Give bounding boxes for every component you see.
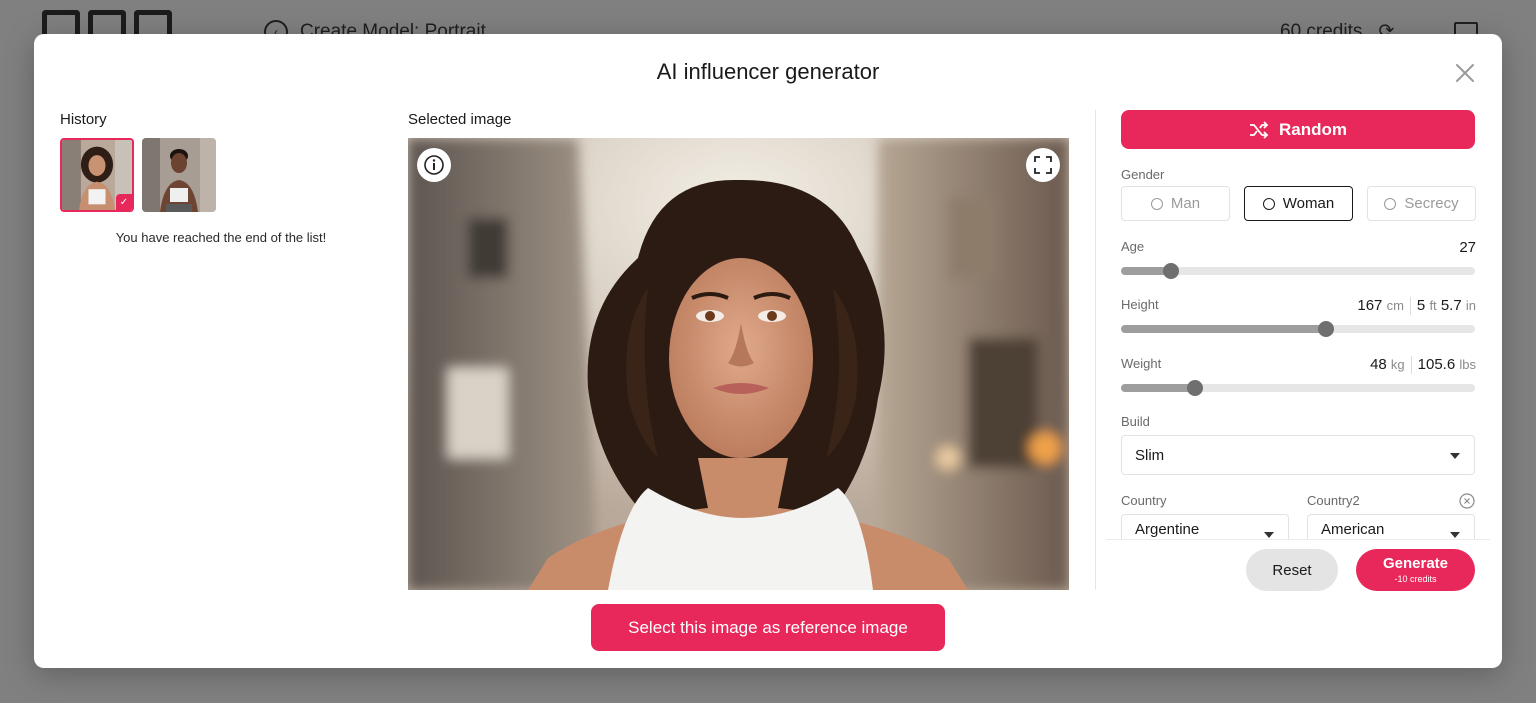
height-in: 5.7 bbox=[1440, 297, 1462, 314]
build-select[interactable]: Slim bbox=[1121, 435, 1475, 475]
reset-button[interactable]: Reset bbox=[1246, 549, 1338, 591]
weight-value: 48 kg 105.6 lbs bbox=[1370, 356, 1476, 375]
close-icon[interactable] bbox=[1452, 60, 1478, 86]
build-value: Slim bbox=[1135, 446, 1165, 464]
height-ft: 5 bbox=[1416, 297, 1426, 314]
weight-slider[interactable] bbox=[1121, 380, 1475, 396]
gender-option-label: Secrecy bbox=[1404, 195, 1459, 212]
country-value: Argentine bbox=[1135, 521, 1200, 538]
age-slider-handle[interactable] bbox=[1162, 263, 1179, 279]
age-label: Age bbox=[1121, 239, 1145, 254]
gender-label: Gender bbox=[1121, 167, 1165, 182]
age-slider[interactable] bbox=[1121, 263, 1475, 279]
history-thumbnail[interactable] bbox=[142, 138, 216, 212]
history-label: History bbox=[60, 111, 107, 128]
neutral-icon bbox=[1384, 197, 1397, 210]
select-reference-button[interactable]: Select this image as reference image bbox=[591, 604, 945, 651]
generate-button[interactable]: Generate -10 credits bbox=[1356, 549, 1475, 591]
gender-option-label: Woman bbox=[1282, 195, 1335, 212]
info-icon[interactable] bbox=[417, 148, 451, 182]
height-cm: 167 bbox=[1357, 297, 1383, 314]
weight-lbs: 105.6 bbox=[1417, 356, 1456, 373]
gender-option-label: Man bbox=[1170, 195, 1201, 212]
chevron-down-icon bbox=[1264, 532, 1274, 538]
female-icon bbox=[1262, 197, 1275, 210]
random-button[interactable]: Random bbox=[1121, 110, 1475, 149]
panel-divider bbox=[1095, 110, 1096, 590]
weight-kg: 48 bbox=[1370, 356, 1387, 373]
build-label: Build bbox=[1121, 414, 1150, 429]
chevron-down-icon bbox=[1450, 453, 1460, 459]
height-slider-fill bbox=[1121, 325, 1327, 333]
male-icon bbox=[1150, 197, 1163, 210]
clear-country2-icon[interactable] bbox=[1459, 493, 1475, 509]
panel-footer-divider bbox=[1106, 539, 1490, 547]
country2-value: American bbox=[1321, 521, 1385, 538]
history-thumbnails: ✓ bbox=[60, 138, 216, 212]
chevron-down-icon bbox=[1450, 532, 1460, 538]
fullscreen-icon[interactable] bbox=[1026, 148, 1060, 182]
height-label: Height bbox=[1121, 297, 1159, 312]
height-slider-handle[interactable] bbox=[1318, 321, 1335, 337]
selected-image-label: Selected image bbox=[408, 111, 512, 128]
country-select[interactable]: Argentine bbox=[1121, 514, 1289, 540]
selected-check-icon: ✓ bbox=[116, 194, 132, 210]
ai-influencer-modal: AI influencer generator History ✓ You ha… bbox=[34, 34, 1502, 668]
weight-label: Weight bbox=[1121, 356, 1162, 371]
random-label: Random bbox=[1279, 119, 1347, 139]
shuffle-icon bbox=[1250, 120, 1269, 139]
history-thumbnail[interactable]: ✓ bbox=[60, 138, 134, 212]
generate-cost: -10 credits bbox=[1394, 574, 1437, 584]
weight-slider-handle[interactable] bbox=[1187, 380, 1204, 396]
modal-title: AI influencer generator bbox=[656, 59, 880, 84]
country2-select[interactable]: American bbox=[1307, 514, 1475, 540]
height-in-unit: in bbox=[1465, 298, 1476, 313]
selected-image bbox=[408, 138, 1069, 590]
country2-label: Country2 bbox=[1307, 493, 1360, 508]
weight-slider-fill bbox=[1121, 384, 1196, 392]
gender-option-woman[interactable]: Woman bbox=[1244, 186, 1353, 221]
weight-kg-unit: kg bbox=[1390, 357, 1405, 372]
country-label: Country bbox=[1121, 493, 1167, 508]
gender-option-secrecy[interactable]: Secrecy bbox=[1367, 186, 1476, 221]
end-of-list-text: You have reached the end of the list! bbox=[115, 230, 327, 245]
gender-options: Man Woman Secrecy bbox=[1121, 186, 1476, 221]
height-cm-unit: cm bbox=[1386, 298, 1404, 313]
height-value: 167 cm 5 ft 5.7 in bbox=[1357, 297, 1476, 316]
gender-option-man[interactable]: Man bbox=[1121, 186, 1230, 221]
weight-lbs-unit: lbs bbox=[1459, 357, 1476, 372]
age-value: 27 bbox=[1459, 239, 1476, 256]
generate-label: Generate bbox=[1382, 555, 1449, 572]
height-slider[interactable] bbox=[1121, 321, 1475, 337]
height-ft-unit: ft bbox=[1429, 298, 1437, 313]
